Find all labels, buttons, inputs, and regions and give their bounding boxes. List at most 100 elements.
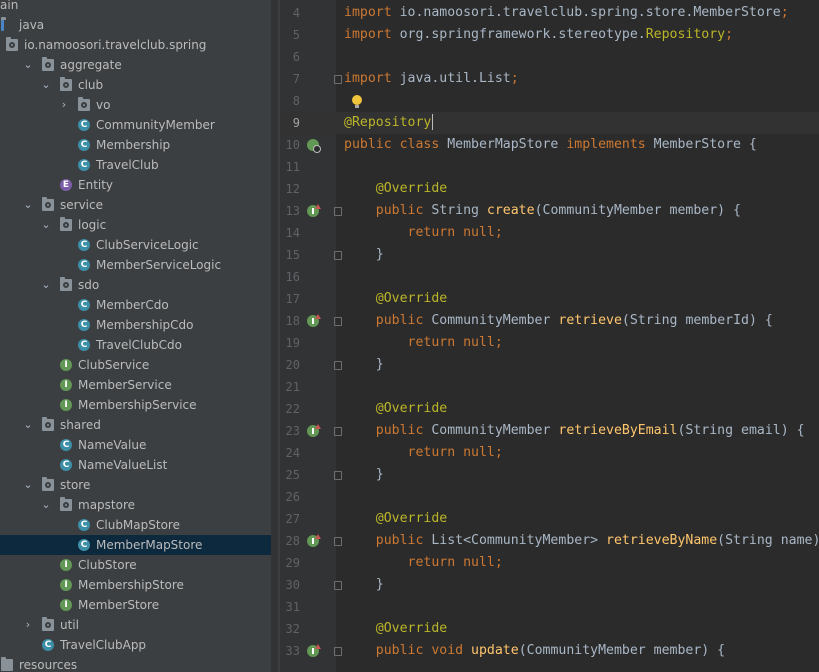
- code-token: MemberStore {: [653, 137, 757, 152]
- code-line[interactable]: 9 @Repository: [280, 112, 819, 134]
- code-line[interactable]: 29 return null;: [280, 552, 819, 574]
- code-line[interactable]: 13 public String create(CommunityMember …: [280, 200, 819, 222]
- tree-item[interactable]: C MembershipCdo: [0, 315, 271, 335]
- folder-icon: [1, 17, 6, 31]
- code-editor[interactable]: 4 import io.namoosori.travelclub.spring.s…: [280, 0, 819, 672]
- chevron-down-icon[interactable]: ⌄: [22, 475, 34, 495]
- tree-item[interactable]: › vo: [0, 95, 271, 115]
- fold-marker-icon[interactable]: [334, 427, 342, 436]
- code-line[interactable]: 22 @Override: [280, 398, 819, 420]
- chevron-down-icon[interactable]: ⌄: [40, 215, 52, 235]
- chevron-down-icon[interactable]: ⌄: [40, 495, 52, 515]
- line-number: 23: [285, 424, 300, 438]
- method-token: retrieveByEmail: [558, 423, 678, 438]
- fold-marker-icon[interactable]: [334, 471, 342, 480]
- code-line[interactable]: 21: [280, 376, 819, 398]
- code-line[interactable]: 10 public class MemberMapStore implements…: [280, 134, 819, 156]
- code-line[interactable]: 12 @Override: [280, 178, 819, 200]
- tree-item[interactable]: C NameValueList: [0, 455, 271, 475]
- fold-marker-icon[interactable]: [334, 361, 342, 370]
- code-line[interactable]: 17 @Override: [280, 288, 819, 310]
- tree-item[interactable]: ⌄ sdo: [0, 275, 271, 295]
- tree-item[interactable]: ain: [0, 0, 271, 15]
- fold-marker-icon[interactable]: [334, 207, 342, 216]
- fold-marker-icon[interactable]: [334, 581, 342, 590]
- fold-marker-icon[interactable]: [334, 647, 342, 656]
- code-line[interactable]: 27 @Override: [280, 508, 819, 530]
- tree-item[interactable]: I MemberService: [0, 375, 271, 395]
- code-line[interactable]: 14 return null;: [280, 222, 819, 244]
- code-line[interactable]: 33 public void update(CommunityMember me…: [280, 640, 819, 662]
- tree-item[interactable]: C TravelClubApp: [0, 635, 271, 655]
- tree-item[interactable]: ⌄ club: [0, 75, 271, 95]
- code-line[interactable]: 32 @Override: [280, 618, 819, 640]
- tree-item[interactable]: ⌄ service: [0, 195, 271, 215]
- chevron-down-icon[interactable]: ⌄: [22, 415, 34, 435]
- tree-item[interactable]: I MembershipService: [0, 395, 271, 415]
- tree-item[interactable]: I MemberStore: [0, 595, 271, 615]
- tree-item[interactable]: ⌄ shared: [0, 415, 271, 435]
- tree-item[interactable]: ⌄ store: [0, 475, 271, 495]
- tree-item[interactable]: C MemberServiceLogic: [0, 255, 271, 275]
- keyword-token: return null;: [407, 445, 503, 460]
- project-tree[interactable]: ain java io.namoosori.travelclub.spring ⌄ ag…: [0, 0, 271, 672]
- tree-item[interactable]: I ClubService: [0, 355, 271, 375]
- chevron-right-icon[interactable]: ›: [22, 615, 34, 635]
- code-line[interactable]: 23 public CommunityMember retrieveByEmai…: [280, 420, 819, 442]
- code-line[interactable]: 6: [280, 46, 819, 68]
- code-line[interactable]: 24 return null;: [280, 442, 819, 464]
- fold-marker-icon[interactable]: [334, 251, 342, 260]
- tree-item[interactable]: ⌄ logic: [0, 215, 271, 235]
- tree-item[interactable]: C CommunityMember: [0, 115, 271, 135]
- code-line[interactable]: 31: [280, 596, 819, 618]
- fold-marker-icon[interactable]: [334, 75, 342, 84]
- panel-splitter[interactable]: [271, 0, 280, 672]
- chevron-down-icon[interactable]: ⌄: [40, 75, 52, 95]
- tree-item[interactable]: resources: [0, 655, 271, 672]
- chevron-right-icon[interactable]: ›: [58, 95, 70, 115]
- chevron-down-icon[interactable]: ⌄: [22, 55, 34, 75]
- fold-marker-icon[interactable]: [334, 537, 342, 546]
- code-line[interactable]: 20 }: [280, 354, 819, 376]
- code-text: @Repository: [344, 112, 434, 134]
- spring-bean-icon[interactable]: [307, 139, 321, 153]
- line-number: 27: [285, 512, 300, 526]
- code-text: @Override: [344, 508, 447, 530]
- tree-item[interactable]: I ClubStore: [0, 555, 271, 575]
- code-line[interactable]: 18 public CommunityMember retrieve(Strin…: [280, 310, 819, 332]
- code-line[interactable]: 26: [280, 486, 819, 508]
- tree-item[interactable]: I MembershipStore: [0, 575, 271, 595]
- tree-item[interactable]: C ClubMapStore: [0, 515, 271, 535]
- code-line[interactable]: 15 }: [280, 244, 819, 266]
- tree-item[interactable]: C Membership: [0, 135, 271, 155]
- tree-item[interactable]: C TravelClub: [0, 155, 271, 175]
- tree-item[interactable]: C MemberMapStore: [0, 535, 271, 555]
- tree-item[interactable]: ⌄ aggregate: [0, 55, 271, 75]
- tree-item[interactable]: C TravelClubCdo: [0, 335, 271, 355]
- line-number: 32: [285, 622, 300, 636]
- code-line[interactable]: 5 import org.springframework.stereotype.R…: [280, 24, 819, 46]
- tree-item[interactable]: ⌄ mapstore: [0, 495, 271, 515]
- code-line[interactable]: 4 import io.namoosori.travelclub.spring.s…: [280, 2, 819, 24]
- tree-item[interactable]: C ClubServiceLogic: [0, 235, 271, 255]
- code-line[interactable]: 8: [280, 90, 819, 112]
- tree-item[interactable]: C NameValue: [0, 435, 271, 455]
- code-token: io.namoosori.travelclub.spring.store.Mem…: [399, 5, 781, 20]
- code-line[interactable]: 30 }: [280, 574, 819, 596]
- code-text: public CommunityMember retrieveByEmail(S…: [344, 420, 805, 442]
- code-line[interactable]: 25 }: [280, 464, 819, 486]
- code-line[interactable]: 19 return null;: [280, 332, 819, 354]
- tree-item[interactable]: java: [0, 15, 271, 35]
- fold-marker-icon[interactable]: [334, 317, 342, 326]
- chevron-down-icon[interactable]: ⌄: [40, 275, 52, 295]
- code-line[interactable]: 11: [280, 156, 819, 178]
- code-line[interactable]: 7 import java.util.List;: [280, 68, 819, 90]
- code-line[interactable]: 28 public List<CommunityMember> retrieve…: [280, 530, 819, 552]
- tree-item[interactable]: C MemberCdo: [0, 295, 271, 315]
- tree-item[interactable]: E Entity: [0, 175, 271, 195]
- code-line[interactable]: 16: [280, 266, 819, 288]
- chevron-down-icon[interactable]: ⌄: [22, 195, 34, 215]
- tree-item[interactable]: › util: [0, 615, 271, 635]
- tree-item[interactable]: io.namoosori.travelclub.spring: [0, 35, 271, 55]
- tree-item-label: logic: [78, 218, 107, 232]
